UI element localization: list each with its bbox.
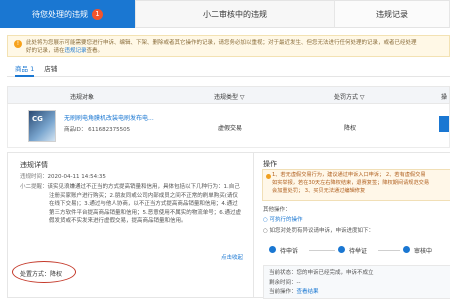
tab-violation-records[interactable]: 违规记录 [335,0,450,28]
reminder-line: 小二提醒：该实见浪嫌通过不正当的方式提高销量和信用，具体包括以下几种行为：1.自… [20,183,242,226]
detail-title: 违规详情 [20,161,48,169]
status-line: 当前状态：您的申诉已经完成，申诉不成立 [269,269,445,279]
penalty-method-value: 降权 [344,125,357,132]
step-2-icon [338,246,345,253]
col-violation-object: 违规对象 [70,94,95,101]
appeal-progress-text: ○ 如您对处罚有异议请申诉，申诉进度如下： [263,228,375,234]
step-1-icon [269,246,276,253]
subtab-products[interactable]: 商品 1 [15,63,35,77]
step-connector [309,250,335,251]
tab-label: 待您处理的违规 [32,9,88,19]
col-penalty-method[interactable]: 处罚方式 ▽ [334,92,365,101]
operations-title: 操作 [263,160,277,168]
status-label: 当前状态： [269,270,297,276]
subtab-store[interactable]: 店铺 [44,63,57,77]
warning-icon: ! [14,40,22,48]
penalty-method-label: 处置方式： [20,271,51,278]
action-button[interactable] [439,116,449,132]
product-thumbnail[interactable]: CG [28,110,56,142]
advice-line-3: 会加重处罚； 3、买贝无法通过编辑修复 [272,188,366,194]
other-operations-title: 其他操作： [263,207,291,213]
current-op-label: 当前操作： [269,289,297,295]
step-connector [378,250,400,251]
violation-time-label: 违规时间： [20,174,48,180]
table-header: 违规对象 违规类型 ▽ 处罚方式 ▽ 操 [7,86,450,104]
thumbnail-text: CG [32,115,43,123]
violation-time-line: 违规时间：2020-04-11 14:54:35 [20,173,242,182]
violation-tabs: 待您处理的违规 1 小二审核中的违规 违规记录 [0,0,450,28]
category-subtabs: 商品 1 店铺 [7,63,450,77]
tab-label: 小二审核中的违规 [203,9,267,19]
remaining-line: 剩余时间：-- [269,279,445,289]
notice-text-2: 好的记录，请在 [26,48,65,54]
current-op-line: 当前操作：查看结果 [269,288,445,298]
pending-count-badge: 1 [92,8,103,20]
tab-label: 违规记录 [376,9,408,19]
tab-under-review[interactable]: 小二审核中的违规 [136,0,335,28]
penalty-method-detail: 降权 [50,271,63,278]
violation-records-link[interactable]: 违规记录 [65,48,87,54]
step-under-review: 审核中 [414,248,433,255]
status-value: 您的申诉已经完成，申诉不成立 [296,270,374,276]
notice-banner: ! 此处将为您展示可能需要您进行申诉、编辑、下架、删除或者其它操作的记录，请您务… [7,35,450,57]
tab-pending-violations[interactable]: 待您处理的违规 1 [0,0,136,28]
step-pending-evidence: 待举证 [349,248,368,255]
advice-line-1: 1、若无虚假交易行为，建议通过申诉入口申诉； 2、若有虚假交易 [272,172,426,178]
violation-detail-panel: 违规详情 违规时间：2020-04-11 14:54:35 小二提醒：该实见浪嫌… [7,152,253,298]
step-3-icon [403,246,410,253]
col-violation-type[interactable]: 违规类型 ▽ [214,92,245,101]
table-row: CG 无刷刷电角膜机改装电刷发布电... 商品ID： 611682375505 … [7,104,450,148]
operation-advice: 1、若无虚假交易行为，建议通过申诉入口申诉； 2、若有虚假交易 如实举报，若在3… [262,169,450,201]
appeal-steps: 待申诉 待举证 审核中 [263,241,450,259]
remaining-label: 剩余时间： [269,279,297,286]
appeal-status-box: 当前状态：您的申诉已经完成，申诉不成立 剩余时间：-- 当前操作：查看结果 [263,265,450,299]
view-result-link[interactable]: 查看结果 [297,289,319,295]
penalty-method-line: 处置方式：降权 [20,269,62,278]
step-pending-appeal: 待申诉 [280,248,299,255]
info-icon [266,174,271,179]
reminder-text: 该实见浪嫌通过不正当的方式提高销量和信用，具体包括以下几种行为：1.自己注册买家… [47,184,241,225]
notice-text-3: 查看。 [86,48,104,54]
available-operations-link[interactable]: ○ 可执行的操作 [263,215,303,223]
col-action: 操 [441,94,448,101]
violation-time-value: 2020-04-11 14:54:35 [47,174,106,180]
product-name-link[interactable]: 无刷刷电角膜机改装电刷发布电... [64,113,154,122]
operations-panel: 操作 1、若无虚假交易行为，建议通过申诉入口申诉； 2、若有虚假交易 如实举报，… [253,152,450,299]
violation-type-value: 虚假交易 [218,125,243,132]
reminder-label: 小二提醒： [20,184,48,190]
advice-line-2: 如实举报，若在30天左右降权结束，退赛复签；降权期间请规范交易 [272,180,430,186]
product-id: 商品ID： 611682375505 [64,127,131,133]
notice-text: 此处将为您展示可能需要您进行申诉、编辑、下架、删除或者其它操作的记录，请您务必加… [26,40,417,46]
collapse-link[interactable]: 点击收起 [221,253,243,261]
remaining-value: -- [296,279,301,286]
